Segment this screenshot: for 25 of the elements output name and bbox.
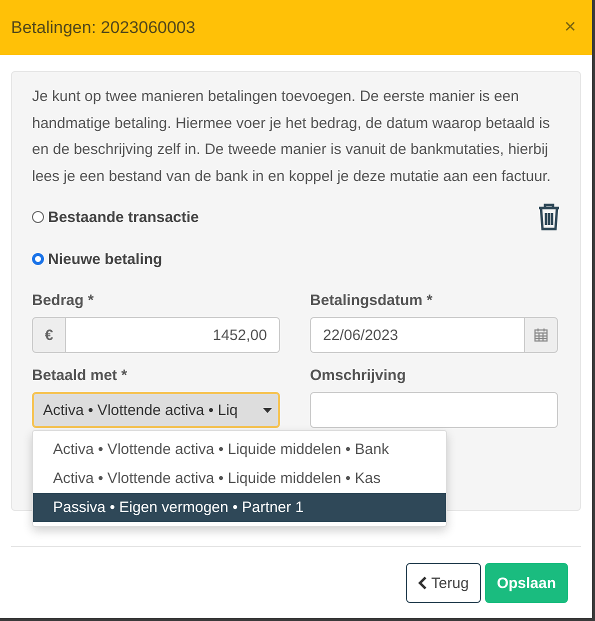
currency-addon: € — [32, 317, 66, 353]
chevron-left-icon — [418, 576, 428, 590]
description-field[interactable] — [310, 392, 558, 428]
radio-option[interactable]: Bestaande transactie — [32, 208, 199, 226]
field-label: Bedrag * — [32, 292, 95, 309]
back-button[interactable]: Terug — [406, 563, 481, 603]
dropdown-option[interactable]: Activa • Vlottende activa • Liquide middelen • Kas — [33, 464, 446, 493]
radio-button[interactable] — [32, 211, 44, 223]
dropdown-option[interactable]: Activa • Vlottende activa • Liquide middelen • Bank — [33, 435, 446, 464]
field-label: Omschrijving — [310, 367, 407, 384]
intro-text: Je kunt op twee manieren betalingen toevoegen. De eerste manier is een handmatige betaling. Hiermee voer je het bedrag, de datum waarop betaald is en de beschrijving zelf in. De tweede manier is vanuit de bankmutaties, hierbij lees je een bestand van de bank in en koppel je deze mutatie aan een factuur. — [32, 87, 552, 186]
radio-button[interactable] — [32, 253, 44, 265]
amount-field[interactable]: 1452,00 — [66, 317, 280, 353]
field-label: Betalingsdatum * — [310, 292, 434, 309]
dropdown-option[interactable]: Passiva • Eigen vermogen • Partner 1 — [33, 493, 446, 522]
date-field[interactable]: 22/06/2023 — [310, 317, 524, 353]
dialog-title: Betalingen: 2023060003 — [11, 18, 196, 38]
field-label: Betaald met * — [32, 367, 128, 384]
paid-with-select[interactable]: Activa • Vlottende activa • Liq — [32, 392, 280, 428]
close-button[interactable]: × — [564, 16, 576, 39]
radio-option[interactable]: Nieuwe betaling — [32, 250, 162, 268]
calendar-icon — [534, 328, 548, 342]
trash-icon[interactable] — [538, 203, 560, 231]
calendar-button[interactable] — [524, 317, 558, 353]
caret-icon — [263, 408, 272, 412]
